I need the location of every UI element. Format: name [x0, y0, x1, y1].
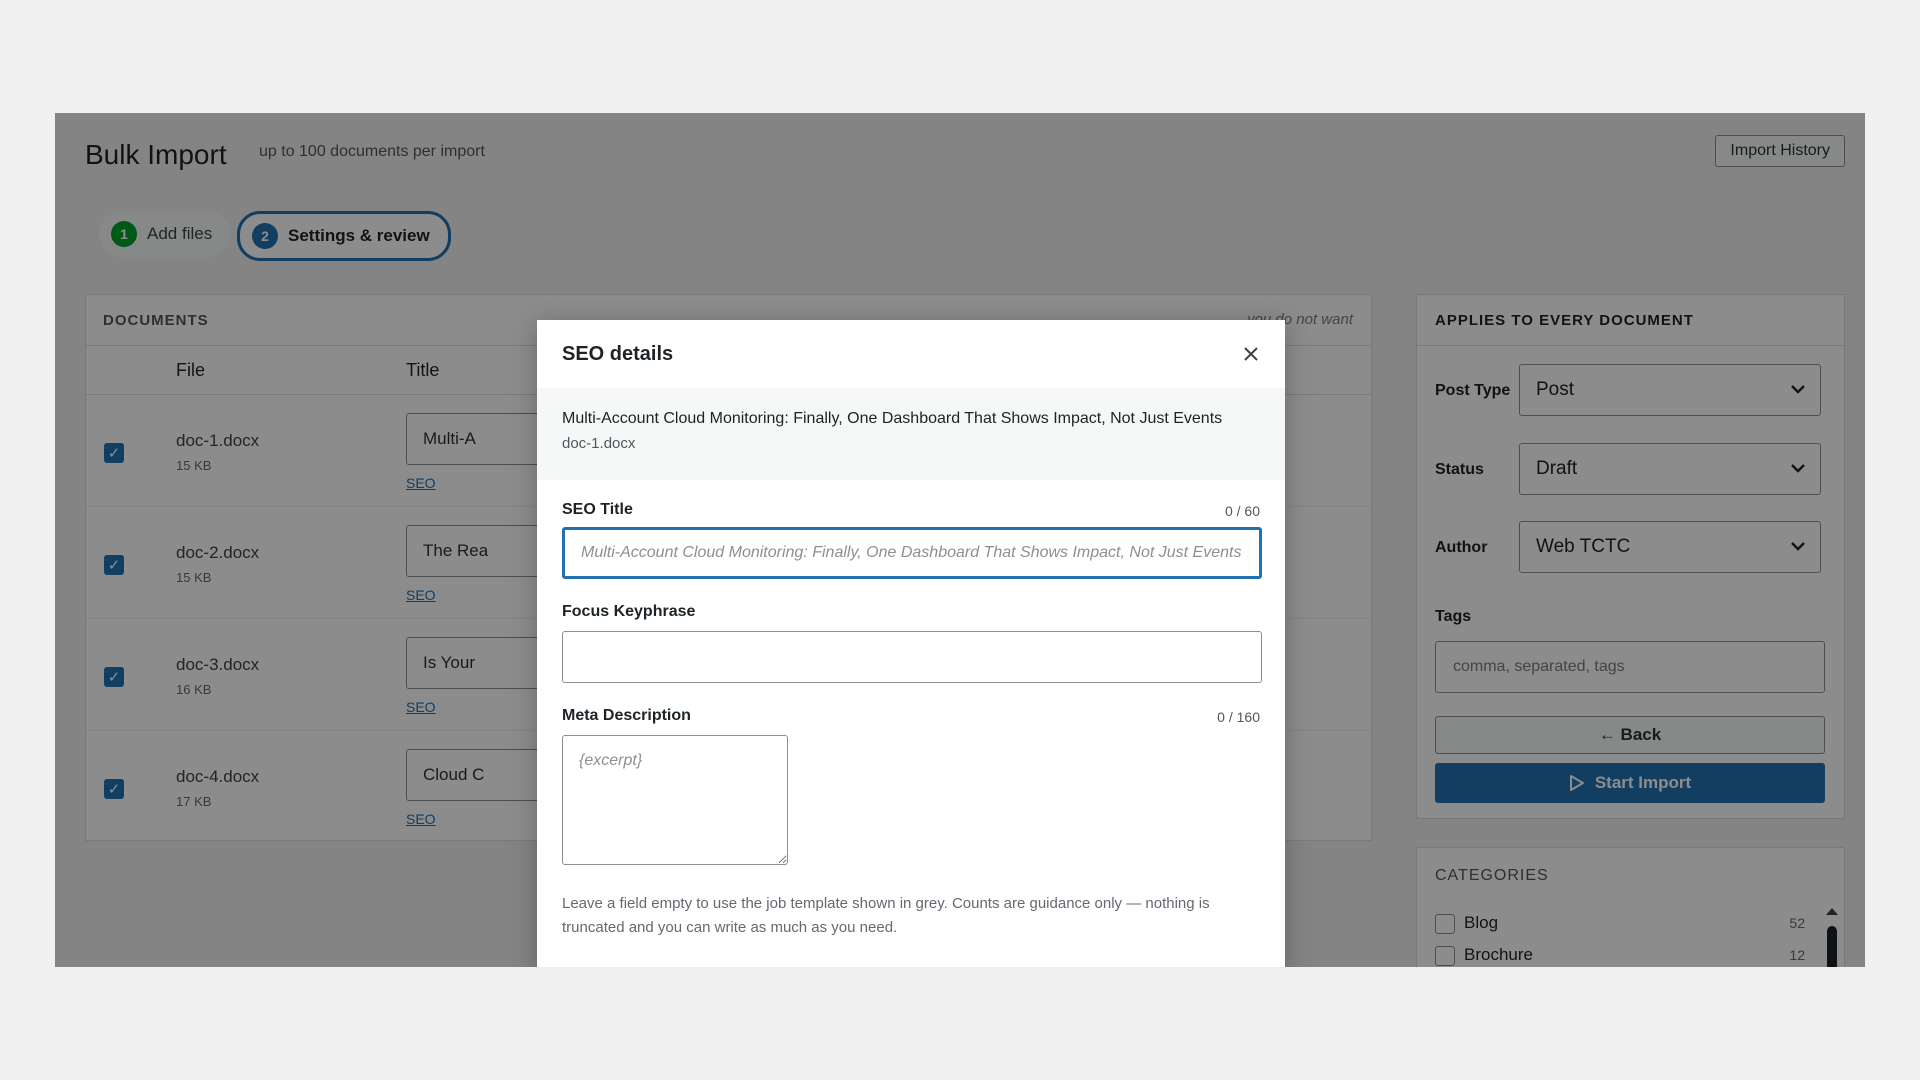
seo-title-input[interactable] [562, 527, 1262, 579]
meta-description-textarea[interactable] [562, 735, 788, 865]
modal-doc-title: Multi-Account Cloud Monitoring: Finally,… [562, 410, 1223, 427]
modal-doc-info: Multi-Account Cloud Monitoring: Finally,… [537, 388, 1285, 480]
modal-doc-file: doc-1.docx [562, 435, 636, 452]
seo-title-count: 0 / 60 [1224, 503, 1260, 519]
modal-header: SEO details [537, 320, 1285, 388]
seo-title-label: SEO Title [562, 501, 633, 518]
bulk-import-app: Bulk Import up to 100 documents per impo… [55, 113, 1865, 967]
modal-help-text: Leave a field empty to use the job templ… [562, 895, 1210, 936]
meta-description-count: 0 / 160 [1217, 709, 1260, 725]
focus-keyphrase-input[interactable] [562, 631, 1262, 683]
modal-title: SEO details [562, 343, 674, 365]
focus-keyphrase-label: Focus Keyphrase [562, 603, 696, 620]
close-icon[interactable] [1241, 344, 1261, 364]
seo-details-modal: SEO details Multi-Account Cloud Monitori… [537, 320, 1285, 967]
meta-description-label: Meta Description [562, 707, 691, 724]
